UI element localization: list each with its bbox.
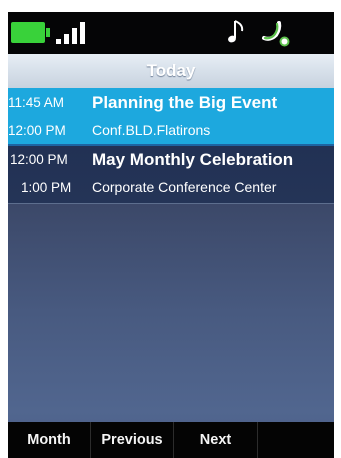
battery-icon bbox=[11, 22, 50, 43]
event-location: Corporate Conference Center bbox=[92, 179, 277, 195]
phone-icon bbox=[262, 21, 290, 47]
status-bar bbox=[8, 12, 334, 54]
calendar-screen: Today 11:45 AM Planning the Big Event 12… bbox=[8, 12, 334, 458]
next-softkey[interactable]: Next bbox=[174, 422, 257, 458]
music-note-icon bbox=[228, 20, 244, 43]
event-title: Planning the Big Event bbox=[92, 93, 278, 112]
previous-softkey[interactable]: Previous bbox=[91, 422, 173, 458]
date-title: Today bbox=[146, 61, 196, 80]
event-start-time: 12:00 PM bbox=[10, 152, 68, 167]
event-item-planning-the-big-event[interactable]: 11:45 AM Planning the Big Event 12:00 PM… bbox=[8, 88, 334, 146]
event-end-time: 12:00 PM bbox=[8, 123, 66, 138]
event-location: Conf.BLD.Flatirons bbox=[92, 122, 211, 138]
event-list: 11:45 AM Planning the Big Event 12:00 PM… bbox=[8, 88, 334, 204]
signal-icon bbox=[56, 22, 90, 44]
event-end-time: 1:00 PM bbox=[21, 180, 72, 195]
month-softkey[interactable]: Month bbox=[8, 422, 90, 458]
event-start-time: 11:45 AM bbox=[8, 95, 65, 110]
event-title: May Monthly Celebration bbox=[92, 150, 294, 169]
event-item-may-monthly-celebration[interactable]: 12:00 PM May Monthly Celebration 1:00 PM… bbox=[8, 146, 334, 204]
calendar-header: Today bbox=[8, 54, 334, 88]
softkey-bar: Month Previous Next bbox=[8, 422, 334, 458]
empty-softkey[interactable] bbox=[258, 422, 334, 458]
